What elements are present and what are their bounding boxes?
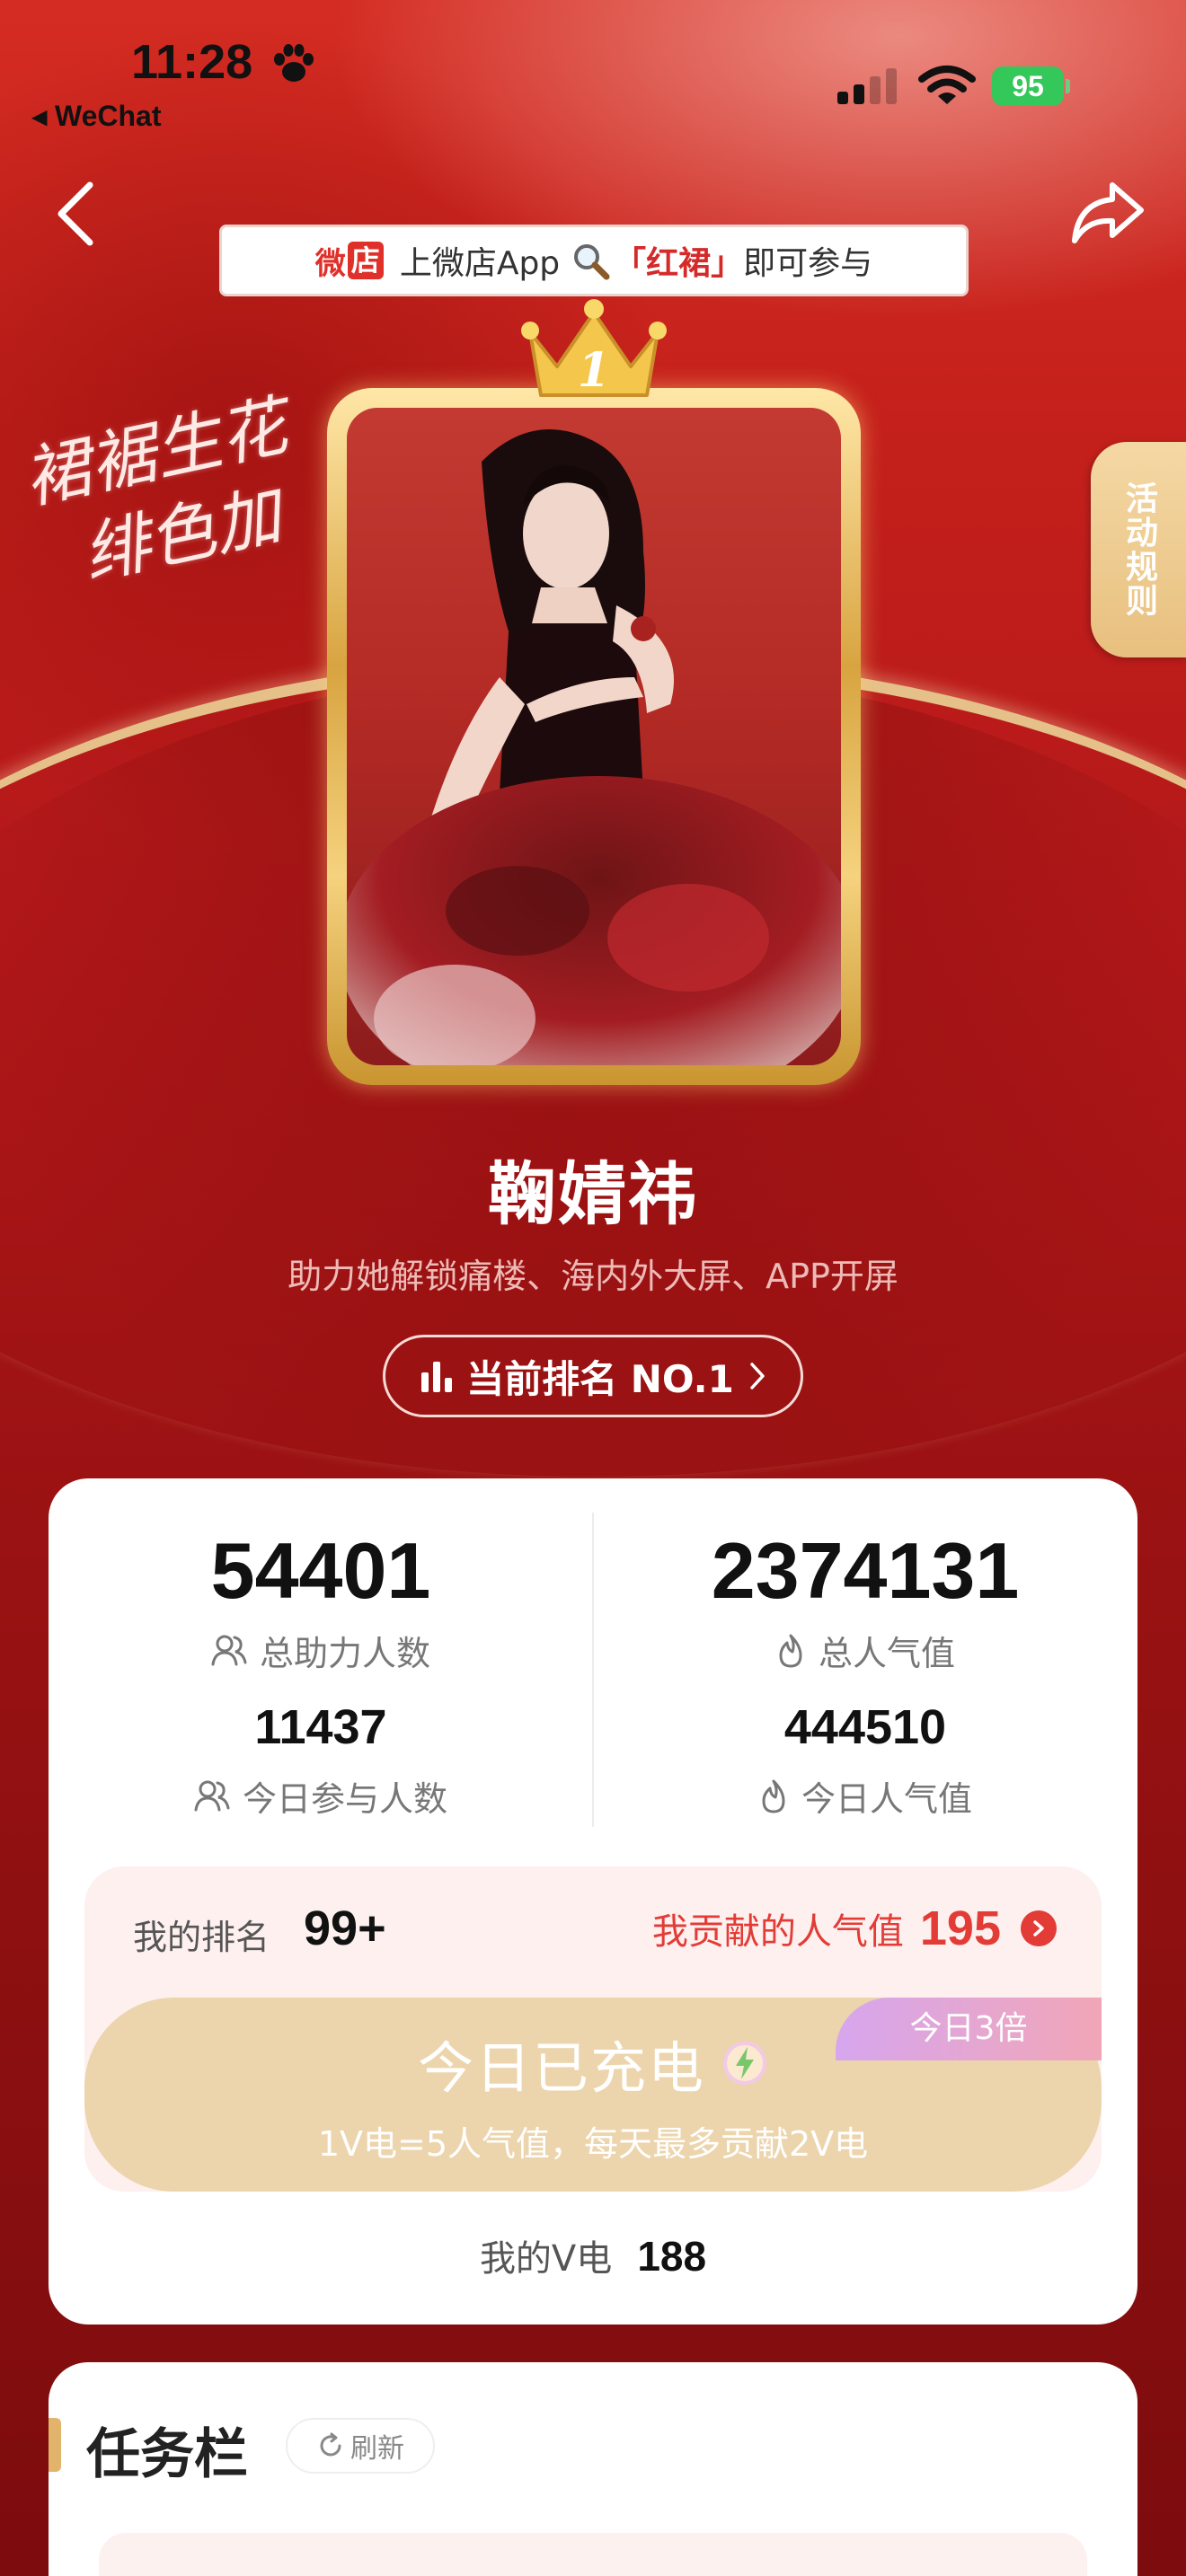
flame-icon (779, 1634, 802, 1667)
task-card: 任务栏 刷新 (49, 2362, 1137, 2576)
share-icon[interactable] (1069, 180, 1146, 246)
back-to-wechat[interactable]: ◂ WeChat (32, 99, 161, 133)
multiplier-badge: 今日3倍 (836, 1998, 1102, 2060)
celebrity-name: 鞠婧祎 (488, 1154, 698, 1234)
today-popularity-text: 今日人气值 (801, 1779, 972, 1819)
task-item[interactable] (99, 2533, 1087, 2576)
chevron-right-icon (750, 1363, 765, 1389)
flame-icon (762, 1779, 785, 1813)
total-popularity-text: 总人气值 (818, 1634, 955, 1673)
my-v-value: 188 (637, 2233, 707, 2280)
task-title-accent (49, 2418, 61, 2472)
refresh-button[interactable]: 刷新 (286, 2418, 435, 2474)
current-rank-label: 当前排名 NO.1 (466, 1356, 734, 1401)
users-icon (194, 1780, 230, 1811)
charge-subtitle: 1V电=5人气值，每天最多贡献2V电 (317, 2124, 869, 2164)
total-popularity-value: 2374131 (711, 1526, 1020, 1615)
back-chevron-icon[interactable] (50, 178, 101, 250)
total-supporters-text: 总助力人数 (259, 1634, 430, 1673)
today-participants-label: 今日参与人数 (49, 1771, 593, 1821)
banner-text-after: 即可参与 (743, 245, 873, 282)
banner-keyword: 「红裙」 (614, 245, 744, 282)
status-time: 11:28 (131, 35, 253, 89)
weidian-logo-box: 店 (347, 242, 384, 279)
signal-icon (837, 68, 897, 104)
refresh-icon (320, 2432, 341, 2457)
total-popularity-label: 总人气值 (593, 1626, 1137, 1675)
weidian-logo-prefix: 微 (314, 245, 346, 282)
battery-level: 95 (992, 66, 1064, 106)
weidian-logo: 微店 (315, 239, 384, 283)
bar-chart-icon (421, 1362, 453, 1392)
my-v-power: 我的V电 188 (49, 2229, 1137, 2281)
page: 11:28 ◂ WeChat 95 微店 上微店App 「红裙」 即可参与 活动… (0, 0, 1186, 2576)
users-icon (211, 1635, 247, 1665)
wifi-icon (918, 66, 976, 104)
my-rank-value: 99+ (304, 1901, 386, 1955)
current-rank-button[interactable]: 当前排名 NO.1 (383, 1335, 803, 1417)
rank-badge-number: 1 (578, 343, 610, 398)
activity-rules-tab[interactable]: 活动规则 (1091, 442, 1186, 657)
my-contribution-panel: 我的排名 99+ 我贡献的人气值 195 今日已充电 1V电=5人气值，每天最多… (84, 1866, 1102, 2192)
chevron-right-icon (1021, 1910, 1057, 1946)
refresh-label: 刷新 (350, 2433, 404, 2465)
crown-icon: 1 (518, 296, 670, 404)
total-supporters-value: 54401 (210, 1526, 431, 1615)
my-contribution-link[interactable]: 我贡献的人气值 195 (652, 1901, 1057, 1956)
today-popularity-label: 今日人气值 (593, 1771, 1137, 1821)
contribution-label: 我贡献的人气值 (651, 1911, 904, 1953)
lightning-gem-icon (723, 2042, 766, 2085)
task-title: 任务栏 (86, 2423, 248, 2486)
stats-card: 54401 总助力人数 2374131 总人气值 11437 今日参与人数 44… (49, 1478, 1137, 2325)
today-popularity-value: 444510 (783, 1700, 947, 1754)
today-participants-value: 11437 (254, 1700, 387, 1754)
my-rank-label: 我的排名 (133, 1918, 270, 1957)
search-icon (574, 244, 610, 280)
banner-text-before: 上微店App (399, 245, 561, 282)
my-v-label: 我的V电 (479, 2238, 613, 2280)
today-participants-text: 今日参与人数 (242, 1779, 447, 1819)
celebrity-portrait (347, 408, 841, 1065)
search-banner[interactable]: 微店 上微店App 「红裙」 即可参与 (219, 225, 969, 296)
celebrity-tagline: 助力她解锁痛楼、海内外大屏、APP开屏 (288, 1257, 898, 1296)
total-supporters-label: 总助力人数 (49, 1626, 593, 1675)
paw-icon (274, 44, 314, 82)
contribution-value: 195 (919, 1901, 1001, 1955)
charge-title-text: 今日已充电 (417, 2035, 705, 2101)
battery-tip (1066, 79, 1070, 93)
